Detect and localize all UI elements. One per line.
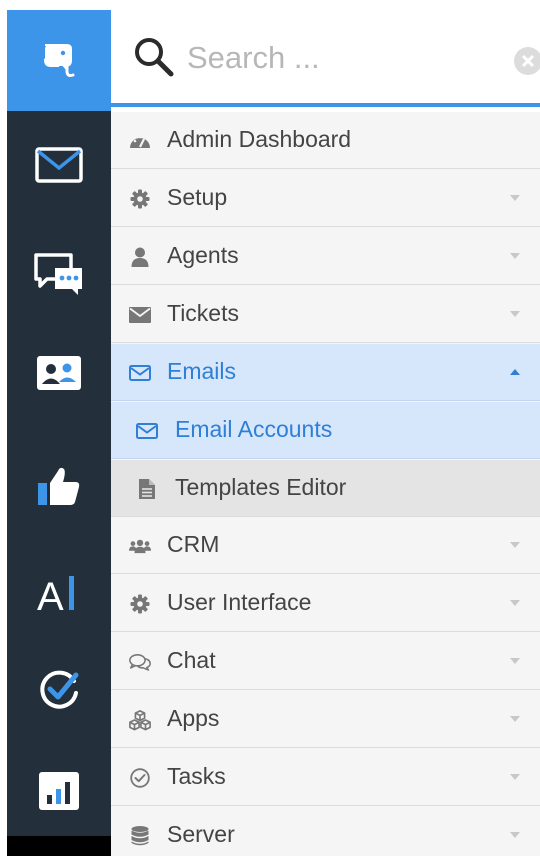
menu-item-label: Setup (167, 184, 228, 210)
rail-mail-button[interactable] (7, 136, 111, 194)
menu-item-user-interface[interactable]: User Interface (111, 575, 540, 632)
menu-item-label: Agents (167, 242, 239, 268)
rail-footer (7, 836, 111, 856)
menu-item-label: Admin Dashboard (167, 126, 352, 152)
chevron-down-icon (510, 253, 520, 259)
menu-item-emails[interactable]: Emails (111, 344, 540, 401)
submenu-item-label: Templates Editor (175, 474, 347, 500)
chevron-down-icon (510, 774, 520, 780)
admin-menu: Admin Dashboard Setup Agents Tickets Ema… (111, 112, 540, 856)
user-icon (129, 247, 151, 267)
menu-item-label: Server (167, 821, 235, 847)
gear-icon (129, 594, 151, 614)
envelope-icon (35, 147, 83, 183)
menu-item-agents[interactable]: Agents (111, 228, 540, 285)
rail-tasks-button[interactable] (7, 661, 111, 719)
menu-item-label: User Interface (167, 589, 312, 615)
rail-contacts-button[interactable] (7, 344, 111, 402)
check-circle-icon (40, 670, 79, 709)
chevron-up-icon (510, 369, 520, 375)
chevron-down-icon (510, 542, 520, 548)
menu-item-admin-dashboard[interactable]: Admin Dashboard (111, 112, 540, 169)
submenu-item-templates-editor[interactable]: Templates Editor (111, 460, 540, 517)
logo-button[interactable] (7, 10, 111, 111)
elephant-logo-icon (43, 43, 75, 77)
menu-item-label: CRM (167, 531, 220, 557)
chat-bubbles-icon (34, 253, 82, 295)
search-bar (111, 10, 540, 107)
file-icon (136, 479, 158, 499)
menu-item-label: Tickets (167, 300, 239, 326)
search-input[interactable] (187, 36, 507, 80)
submenu-item-label: Email Accounts (175, 416, 333, 442)
menu-item-setup[interactable]: Setup (111, 170, 540, 227)
rail-chat-button[interactable] (7, 245, 111, 303)
menu-item-label: Emails (167, 358, 237, 384)
rail-feedback-button[interactable] (7, 457, 111, 515)
submenu-item-email-accounts[interactable]: Email Accounts (111, 402, 540, 459)
chevron-down-icon (510, 311, 520, 317)
menu-item-crm[interactable]: CRM (111, 517, 540, 574)
rail-text-button[interactable]: A (7, 565, 111, 623)
check-circle-icon (129, 768, 151, 788)
chevron-down-icon (510, 600, 520, 606)
menu-item-server[interactable]: Server (111, 807, 540, 856)
chevron-down-icon (510, 716, 520, 722)
menu-item-tickets[interactable]: Tickets (111, 286, 540, 343)
menu-item-chat[interactable]: Chat (111, 633, 540, 690)
gear-icon (129, 189, 151, 209)
menu-item-label: Apps (167, 705, 220, 731)
database-icon (129, 826, 151, 846)
comments-icon (129, 652, 151, 672)
svg-text:A: A (37, 575, 64, 616)
text-cursor-icon: A (37, 575, 74, 616)
rail-reports-button[interactable] (7, 762, 111, 820)
contact-card-icon (37, 356, 81, 390)
cubes-icon (129, 710, 151, 731)
chevron-down-icon (510, 658, 520, 664)
clear-search-icon[interactable] (513, 46, 540, 76)
icon-rail: A (7, 10, 111, 856)
users-icon (129, 536, 151, 556)
menu-item-label: Chat (167, 647, 216, 673)
bar-chart-icon (39, 772, 79, 810)
dashboard-icon (129, 131, 151, 151)
chevron-down-icon (510, 195, 520, 201)
search-icon[interactable] (133, 36, 175, 83)
menu-item-label: Tasks (167, 763, 226, 789)
envelope-outline-icon (129, 363, 151, 383)
envelope-outline-icon (136, 421, 158, 441)
chevron-down-icon (510, 832, 520, 838)
envelope-icon (129, 305, 151, 325)
thumbs-up-icon (38, 467, 80, 505)
menu-item-tasks[interactable]: Tasks (111, 749, 540, 806)
menu-item-apps[interactable]: Apps (111, 691, 540, 748)
admin-panel: A Search ... Admin Dashboard Setup Agent… (0, 0, 540, 856)
